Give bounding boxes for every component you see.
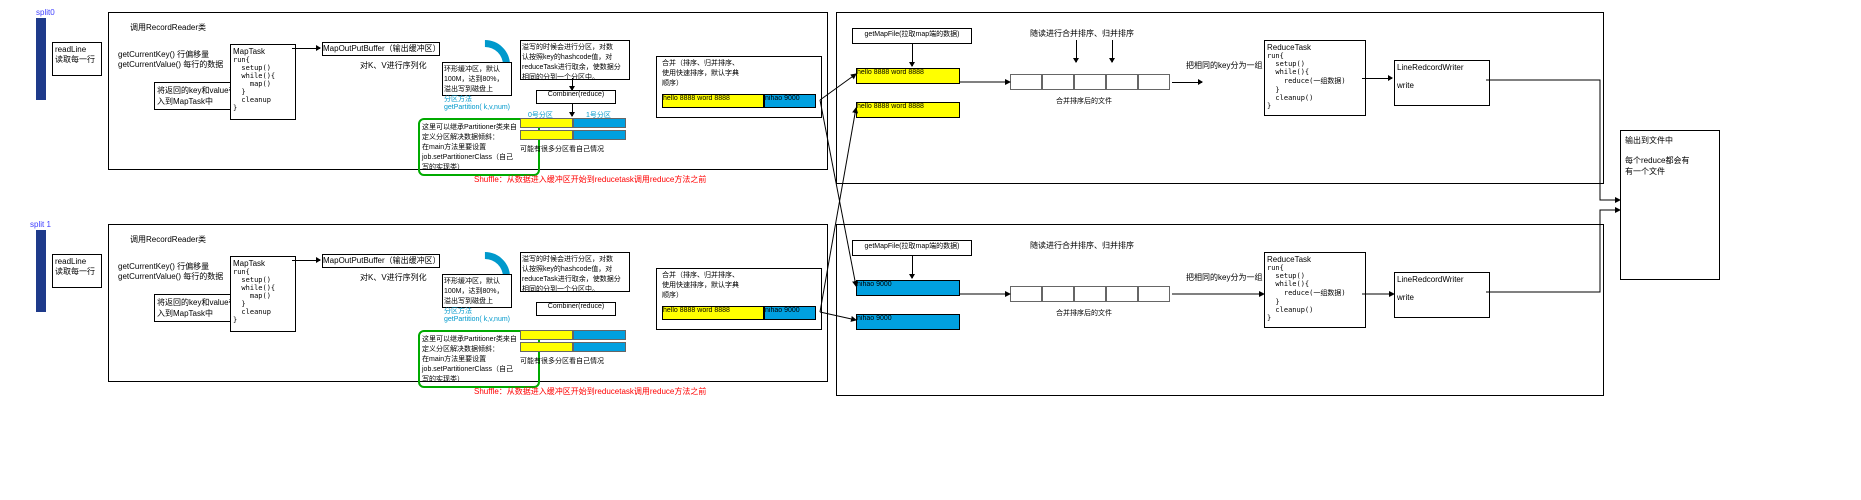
pulled-0b: hello 8888 word 8888	[856, 102, 960, 118]
getmapfile-1: getMapFile(拉取map端的数据)	[852, 240, 972, 256]
arrow	[1362, 78, 1392, 79]
combiner-0: Combiner(reduce)	[536, 90, 616, 104]
partnote-1: 可能有很多分区看自己情况	[520, 356, 604, 366]
maptask-0: MapTaskrun{ setup() while(){ map() } cle…	[230, 44, 296, 120]
arrow	[292, 48, 320, 49]
partnote-0: 可能有很多分区看自己情况	[520, 144, 604, 154]
mergedfile-0: 合并排序后的文件	[1056, 96, 1112, 106]
merge-row-0b: nihao 9000	[764, 94, 816, 108]
arrow	[1076, 40, 1077, 62]
readline-0: readLine读取每一行	[52, 42, 102, 76]
merge-row-1a: hello 8888 word 8888	[662, 306, 764, 320]
partbar-1b	[520, 342, 626, 352]
arrow	[572, 104, 573, 116]
ring-desc-1: 环形缓冲区，默认100M，达到80%，溢出写到磁盘上	[442, 274, 512, 308]
split0-bar	[36, 18, 46, 100]
linewriter-0: LineRedcordWriterwrite	[1394, 60, 1490, 106]
groupkey-0: 把相同的key分为一组	[1186, 60, 1262, 71]
getcurrent-0: getCurrentKey() 行偏移量getCurrentValue() 每行…	[118, 50, 223, 70]
p1-0: 1号分区	[586, 110, 611, 120]
getmapfile-0: getMapFile(拉取map端的数据)	[852, 28, 972, 44]
partbar-0b	[520, 130, 626, 140]
mergedfile-1: 合并排序后的文件	[1056, 308, 1112, 318]
mergedbar-0	[1010, 74, 1170, 90]
serialize-1: 对K、V进行序列化	[360, 272, 427, 283]
partmethod-1: 分区方法getPartition( k,v,num)	[444, 306, 510, 323]
merge-title-1: 合并（排序、归并排序、使用快速排序，默认字典顺序）	[662, 270, 740, 300]
writepart-1: 溢写的时候会进行分区，对数 认按照key的hashcode值，对 reduceT…	[520, 252, 630, 292]
recordreader-0: 调用RecordReader类	[130, 22, 206, 33]
mergedbar-1	[1010, 286, 1170, 302]
output-box: 输出到文件中每个reduce都会有 有一个文件	[1620, 130, 1720, 280]
merge-row-0a: hello 8888 word 8888	[662, 94, 764, 108]
arrow	[912, 256, 913, 278]
serialize-0: 对K、V进行序列化	[360, 60, 427, 71]
partbar-1	[520, 330, 626, 340]
merge-title-0: 合并（排序、归并排序、使用快速排序，默认字典顺序）	[662, 58, 740, 88]
readline-1: readLine读取每一行	[52, 254, 102, 288]
combiner-1: Combiner(reduce)	[536, 302, 616, 316]
getcurrent-1: getCurrentKey() 行偏移量getCurrentValue() 每行…	[118, 262, 223, 282]
reducetask-0: ReduceTaskrun{ setup() while(){ reduce(一…	[1264, 40, 1366, 116]
mapoutbuffer-1: MapOutPutBuffer（输出缓冲区）	[322, 254, 440, 268]
linewriter-1: LineRedcordWriterwrite	[1394, 272, 1490, 318]
p0-0: 0号分区	[528, 110, 553, 120]
arrow	[912, 44, 913, 66]
pulled-1b: nihao 9000	[856, 314, 960, 330]
arrow	[292, 260, 320, 261]
split1-bar	[36, 230, 46, 312]
pulled-0a: hello 8888 word 8888	[856, 68, 960, 84]
recordreader-1: 调用RecordReader类	[130, 234, 206, 245]
shuffle-1: Shuffle：从数据进入缓冲区开始到reducetask调用reduce方法之…	[474, 386, 706, 397]
groupkey-1: 把相同的key分为一组	[1186, 272, 1262, 283]
maptask-1: MapTaskrun{ setup() while(){ map() } cle…	[230, 256, 296, 332]
mapoutbuffer-0: MapOutPutBuffer（输出缓冲区）	[322, 42, 440, 56]
diskmerge-0: 随读进行合并排序、归并排序	[1030, 28, 1134, 39]
split0-label: split0	[36, 8, 55, 17]
ring-desc-0: 环形缓冲区，默认100M，达到80%，溢出写到磁盘上	[442, 62, 512, 96]
partmethod-0: 分区方法getPartition( k,v,num)	[444, 94, 510, 111]
arrow	[1112, 40, 1113, 62]
diskmerge-1: 随读进行合并排序、归并排序	[1030, 240, 1134, 251]
arrow	[572, 78, 573, 90]
writepart-0: 溢写的时候会进行分区，对数 认按照key的hashcode值，对 reduceT…	[520, 40, 630, 80]
reducetask-1: ReduceTaskrun{ setup() while(){ reduce(一…	[1264, 252, 1366, 328]
merge-row-1b: nihao 9000	[764, 306, 816, 320]
pulled-1a: nihao 9000	[856, 280, 960, 296]
shuffle-0: Shuffle：从数据进入缓冲区开始到reducetask调用reduce方法之…	[474, 174, 706, 185]
arrow	[1172, 82, 1202, 83]
split1-label: split 1	[30, 220, 51, 229]
